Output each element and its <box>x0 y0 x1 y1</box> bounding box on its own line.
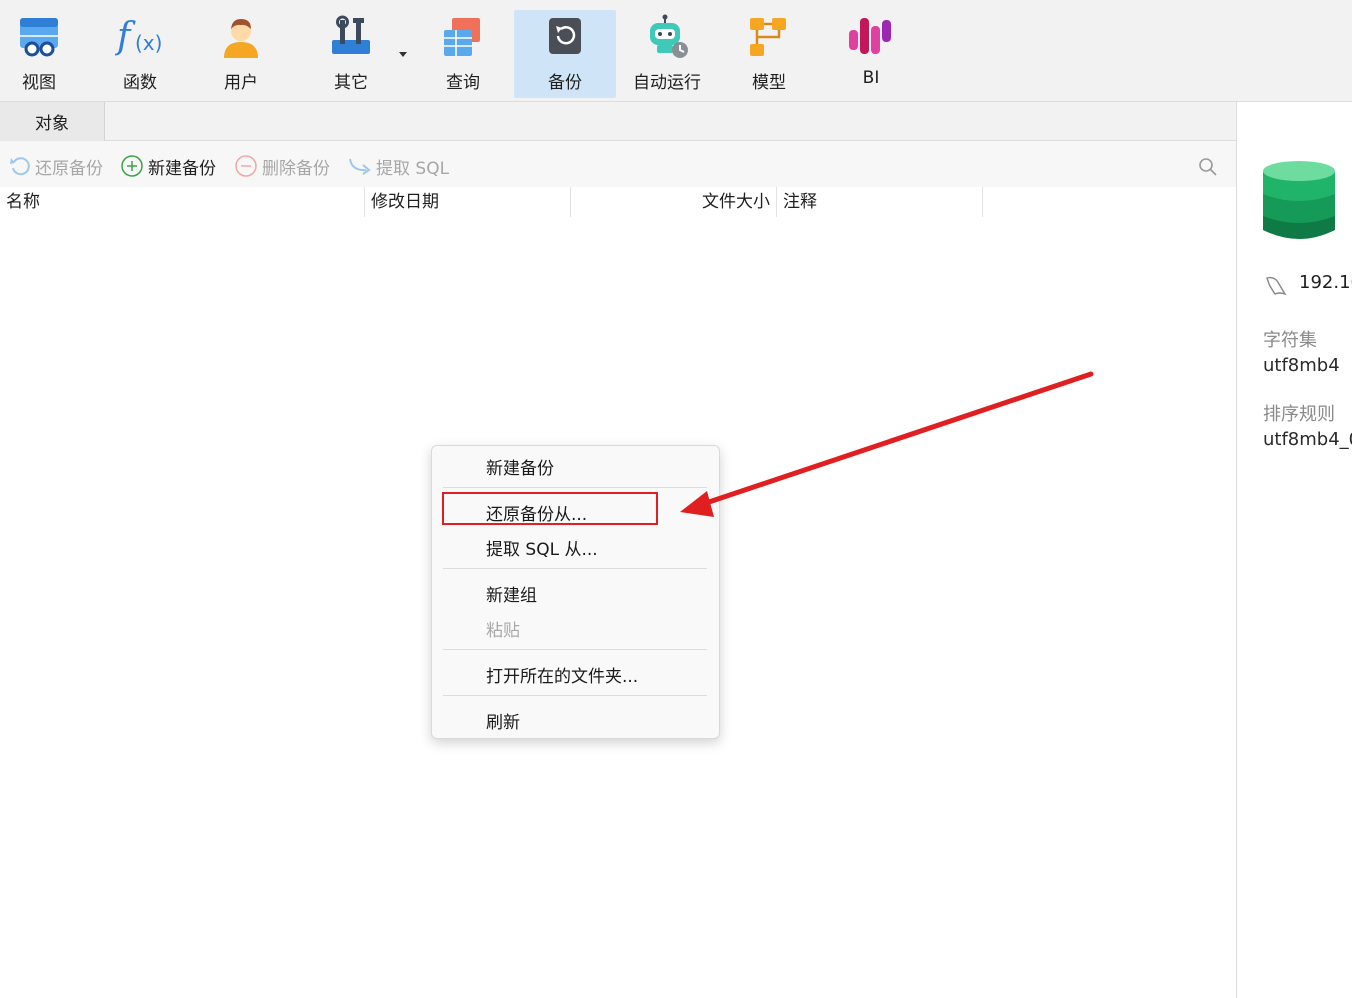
toolbar-automation-button[interactable]: 自动运行 <box>616 10 718 98</box>
toolbar-bi-button[interactable]: BI <box>820 10 922 98</box>
delete-backup-label: 删除备份 <box>262 158 330 179</box>
menu-item-open-containing-folder[interactable]: 打开所在的文件夹... <box>486 662 638 687</box>
menu-item-refresh[interactable]: 刷新 <box>486 708 520 733</box>
toolbar-view-label: 视图 <box>22 73 56 93</box>
restore-backup-label: 还原备份 <box>35 158 103 179</box>
menu-item-extract-sql-from[interactable]: 提取 SQL 从... <box>486 535 598 560</box>
collation-value: utf8mb4_0 <box>1263 429 1352 450</box>
column-comment[interactable]: 注释 <box>777 187 982 217</box>
backup-action-bar: 还原备份 新建备份 删除备份 提取 SQL <box>0 141 1236 187</box>
collation-label: 排序规则 <box>1263 404 1335 425</box>
toolbar-query-label: 查询 <box>446 73 480 93</box>
extract-arrow-icon <box>349 158 371 175</box>
svg-text:f: f <box>115 16 136 57</box>
toolbar-user-label: 用户 <box>224 73 258 93</box>
toolbar-model-button[interactable]: 模型 <box>718 10 820 98</box>
bi-icon <box>844 10 898 64</box>
column-name[interactable]: 名称 <box>0 187 364 217</box>
toolbar-query-button[interactable]: 查询 <box>412 10 514 98</box>
extract-sql-button[interactable]: 提取 SQL <box>348 154 450 179</box>
function-icon: f (x) <box>113 10 167 64</box>
backup-icon <box>538 10 592 64</box>
backup-table-header: 名称 修改日期 文件大小 注释 <box>0 187 1236 217</box>
menu-item-new-backup[interactable]: 新建备份 <box>486 454 554 479</box>
restore-backup-button[interactable]: 还原备份 <box>9 154 103 179</box>
new-backup-button[interactable]: 新建备份 <box>120 154 216 179</box>
menu-separator <box>443 568 707 569</box>
menu-item-new-group[interactable]: 新建组 <box>486 581 537 606</box>
toolbar-model-label: 模型 <box>752 73 786 93</box>
toolbar-other-label: 其它 <box>334 73 368 93</box>
svg-text:(x): (x) <box>135 31 162 55</box>
column-divider[interactable] <box>982 187 983 217</box>
tab-bar: 对象 <box>0 102 1236 141</box>
robot-icon <box>640 10 694 64</box>
menu-item-paste[interactable]: 粘贴 <box>486 616 520 641</box>
column-modified-date[interactable]: 修改日期 <box>365 187 570 217</box>
charset-value: utf8mb4 <box>1263 355 1340 376</box>
database-icon <box>1263 161 1335 239</box>
extract-sql-label: 提取 SQL <box>376 158 450 179</box>
tools-icon <box>324 10 378 64</box>
toolbar-automation-label: 自动运行 <box>633 73 701 93</box>
main-toolbar: 视图 f (x) 函数 用户 其它 查询 备份 自动运行 模型 BI <box>0 0 1352 102</box>
menu-separator <box>443 695 707 696</box>
menu-separator <box>443 649 707 650</box>
context-menu: 新建备份 还原备份从... 提取 SQL 从... 新建组 粘贴 打开所在的文件… <box>431 445 720 739</box>
model-icon <box>742 10 796 64</box>
new-backup-label: 新建备份 <box>148 158 216 179</box>
remove-circle-icon <box>235 155 257 177</box>
charset-label: 字符集 <box>1263 330 1317 351</box>
column-file-size[interactable]: 文件大小 <box>571 187 776 217</box>
other-dropdown-caret-icon[interactable] <box>399 52 407 57</box>
toolbar-backup-button[interactable]: 备份 <box>514 10 616 98</box>
connection-host: 192.16 <box>1299 272 1352 293</box>
toolbar-backup-label: 备份 <box>548 73 582 93</box>
object-info-panel: 192.16 字符集 utf8mb4 排序规则 utf8mb4_0 <box>1236 102 1352 998</box>
toolbar-function-button[interactable]: f (x) 函数 <box>89 10 191 98</box>
search-icon[interactable] <box>1198 157 1218 177</box>
annotation-highlight-box <box>442 492 658 525</box>
toolbar-bi-label: BI <box>862 68 880 88</box>
toolbar-function-label: 函数 <box>123 73 157 93</box>
query-icon <box>436 10 490 64</box>
toolbar-other-button[interactable]: 其它 <box>300 10 402 98</box>
toolbar-user-button[interactable]: 用户 <box>190 10 292 98</box>
user-icon <box>214 10 268 64</box>
view-icon <box>12 10 66 64</box>
delete-backup-button[interactable]: 删除备份 <box>234 154 330 179</box>
tab-objects[interactable]: 对象 <box>0 102 105 141</box>
add-circle-icon <box>121 155 143 177</box>
mysql-dolphin-icon <box>1266 276 1287 296</box>
undo-icon <box>10 157 30 176</box>
menu-separator <box>443 487 707 488</box>
toolbar-view-button[interactable]: 视图 <box>0 10 90 98</box>
